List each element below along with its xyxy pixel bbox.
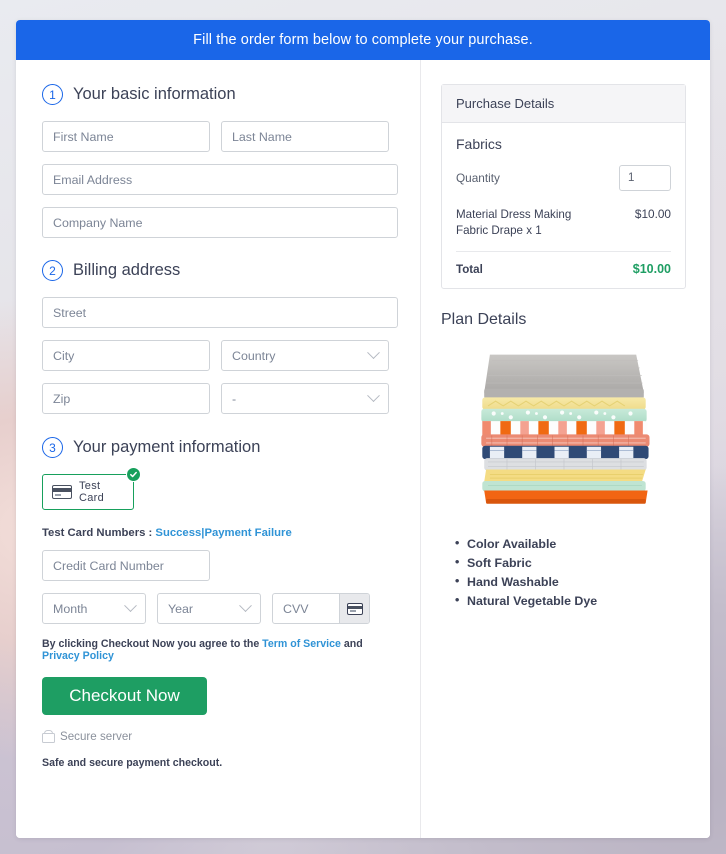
expiry-month-select[interactable]: Month [42, 593, 146, 624]
street-input[interactable]: Street [42, 297, 398, 328]
test-card-numbers-line: Test Card Numbers : Success|Payment Fail… [42, 527, 398, 539]
quantity-row: Quantity 1 [456, 165, 671, 191]
success-link[interactable]: Success [155, 527, 201, 539]
section-header-payment: 3 Your payment information [42, 437, 398, 458]
stacked-folded-fabrics-image [479, 354, 649, 505]
email-row: Email Address [42, 164, 398, 195]
chevron-down-icon [124, 599, 137, 613]
agreement-conjunction: and [343, 638, 363, 650]
total-value: $10.00 [632, 262, 671, 277]
secure-server-row: Secure server [42, 730, 398, 743]
credit-card-number-input[interactable]: Credit Card Number [42, 550, 210, 581]
step-number-1: 1 [42, 84, 63, 105]
street-row: Street [42, 297, 398, 328]
terms-agreement-text: By clicking Checkout Now you agree to th… [42, 638, 398, 662]
test-card-option[interactable]: Test Card [42, 474, 134, 510]
city-country-row: City Country [42, 340, 398, 371]
chevron-down-icon [367, 346, 380, 360]
list-item: Hand Washable [455, 574, 686, 589]
terms-of-service-link[interactable]: Term of Service [262, 638, 341, 650]
order-form-column: 1 Your basic information First Name Last… [16, 60, 421, 838]
section-header-billing: 2 Billing address [42, 260, 398, 281]
list-item: Color Available [455, 536, 686, 551]
state-select-value: - [232, 391, 237, 406]
card-body: 1 Your basic information First Name Last… [16, 60, 710, 838]
cvv-field-wrapper: CVV [272, 593, 370, 624]
zip-input[interactable]: Zip [42, 383, 210, 414]
check-circle-icon [126, 467, 141, 482]
email-input[interactable]: Email Address [42, 164, 398, 195]
state-select[interactable]: - [221, 383, 389, 414]
summary-column: Purchase Details Fabrics Quantity 1 Mate… [421, 60, 710, 838]
test-card-option-wrapper: Test Card [42, 467, 141, 510]
payment-failure-link[interactable]: Payment Failure [204, 527, 291, 539]
expiry-year-select[interactable]: Year [157, 593, 261, 624]
test-card-label: Test Card [79, 480, 105, 504]
section-title-payment: Your payment information [73, 438, 261, 456]
total-row: Total $10.00 [456, 262, 671, 276]
section-title-billing: Billing address [73, 261, 181, 279]
credit-card-row: Credit Card Number [42, 550, 398, 581]
banner-text: Fill the order form below to complete yo… [193, 32, 533, 48]
list-item: Soft Fabric [455, 555, 686, 570]
last-name-input[interactable]: Last Name [221, 121, 389, 152]
company-name-input[interactable]: Company Name [42, 207, 398, 238]
page-background: Fill the order form below to complete yo… [0, 0, 726, 854]
city-input[interactable]: City [42, 340, 210, 371]
privacy-policy-link[interactable]: Privacy Policy [42, 650, 114, 662]
cvv-input[interactable]: CVV [273, 602, 339, 616]
lock-icon [42, 730, 55, 743]
safe-checkout-note: Safe and secure payment checkout. [42, 757, 223, 769]
secure-server-label: Secure server [60, 730, 133, 743]
checkout-card: Fill the order form below to complete yo… [16, 20, 710, 838]
agreement-prefix: By clicking Checkout Now you agree to th… [42, 638, 260, 650]
test-card-numbers-label: Test Card Numbers : [42, 527, 153, 539]
chevron-down-icon [239, 599, 252, 613]
plan-features-list: Color Available Soft Fabric Hand Washabl… [441, 536, 686, 608]
purchase-details-header: Purchase Details [442, 85, 685, 123]
list-item: Natural Vegetable Dye [455, 593, 686, 608]
zip-state-row: Zip - [42, 383, 398, 414]
checkout-now-button[interactable]: Checkout Now [42, 677, 207, 715]
expiry-cvv-row: Month Year CVV [42, 593, 398, 624]
instruction-banner: Fill the order form below to complete yo… [16, 20, 710, 60]
step-number-3: 3 [42, 437, 63, 458]
purchase-details-body: Fabrics Quantity 1 Material Dress Making… [442, 123, 685, 288]
line-item-name: Material Dress Making Fabric Drape x 1 [456, 208, 572, 237]
total-label: Total [456, 262, 483, 276]
credit-card-icon [52, 485, 72, 499]
plan-details-title: Plan Details [441, 311, 527, 329]
product-group-title: Fabrics [456, 136, 502, 152]
line-item-row: Material Dress Making Fabric Drape x 1 $… [456, 207, 671, 253]
expiry-month-value: Month [53, 601, 88, 616]
step-number-2: 2 [42, 260, 63, 281]
company-row: Company Name [42, 207, 398, 238]
section-title-basic-info: Your basic information [73, 85, 236, 103]
name-row: First Name Last Name [42, 121, 398, 152]
first-name-input[interactable]: First Name [42, 121, 210, 152]
chevron-down-icon [367, 389, 380, 403]
section-header-basic-info: 1 Your basic information [42, 84, 398, 105]
cvv-help-button[interactable] [339, 594, 369, 623]
credit-card-icon [346, 602, 363, 615]
country-select[interactable]: Country [221, 340, 389, 371]
quantity-label: Quantity [456, 171, 500, 185]
country-select-value: Country [232, 348, 276, 363]
quantity-input[interactable]: 1 [619, 165, 671, 191]
line-item-price: $10.00 [634, 207, 671, 221]
expiry-year-value: Year [168, 601, 194, 616]
purchase-details-panel: Purchase Details Fabrics Quantity 1 Mate… [441, 84, 686, 290]
